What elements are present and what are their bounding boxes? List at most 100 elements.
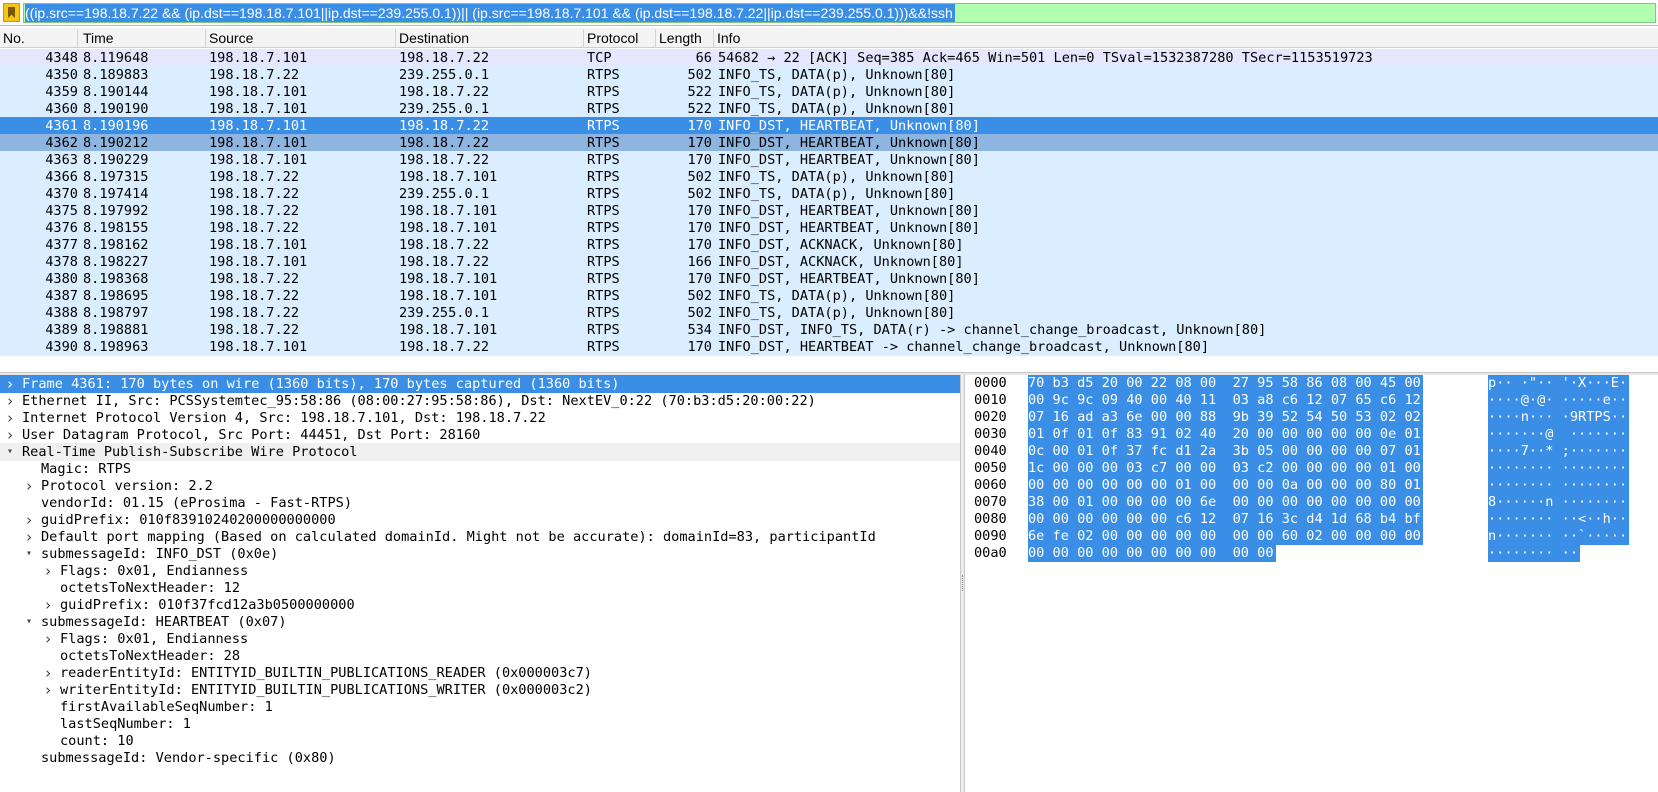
- bytes-hex[interactable]: 01 0f 01 0f 83 91 02 40 20 00 00 00 00 0…: [1028, 426, 1423, 443]
- packet-row[interactable]: 4376 8.198155 198.18.7.22 198.18.7.101 RTPS 1…: [0, 219, 1658, 237]
- packet-source: 198.18.7.101: [209, 237, 308, 253]
- bytes-ascii[interactable]: ········ ········: [1488, 460, 1630, 477]
- detail-tree-label: Flags: 0x01, Endianness: [60, 563, 249, 579]
- bytes-ascii[interactable]: ····n··· ·9RTPS··: [1488, 409, 1630, 426]
- bytes-hex[interactable]: 00 00 00 00 00 00 01 00 00 00 0a 00 00 0…: [1028, 477, 1423, 494]
- packet-row[interactable]: 4388 8.198797 198.18.7.22 239.255.0.1 RTPS 50…: [0, 304, 1658, 322]
- detail-tree-item[interactable]: lastSeqNumber: 1: [0, 715, 960, 733]
- detail-tree-item[interactable]: › guidPrefix: 010f37fcd12a3b0500000000: [0, 596, 960, 614]
- detail-tree-item[interactable]: › Frame 4361: 170 bytes on wire (1360 bit…: [0, 375, 960, 393]
- packet-row[interactable]: 4390 8.198963 198.18.7.101 198.18.7.22 RTPS 1…: [0, 338, 1658, 356]
- bytes-hex[interactable]: 00 00 00 00 00 00 c6 12 07 16 3c d4 1d 6…: [1028, 511, 1423, 528]
- packet-length: 170: [687, 203, 712, 219]
- detail-tree-item[interactable]: › Flags: 0x01, Endianness: [0, 562, 960, 580]
- detail-tree-item[interactable]: ▾ submessageId: HEARTBEAT (0x07): [0, 613, 960, 631]
- bytes-ascii[interactable]: ········ ··: [1488, 545, 1581, 562]
- expand-right-icon[interactable]: ›: [23, 511, 35, 529]
- detail-tree-item[interactable]: firstAvailableSeqNumber: 1: [0, 698, 960, 716]
- packet-row[interactable]: 4363 8.190229 198.18.7.101 198.18.7.22 RTPS 1…: [0, 151, 1658, 169]
- packet-info: INFO_DST, HEARTBEAT, Unknown[80]: [718, 152, 980, 168]
- bytes-ascii[interactable]: 8······n ········: [1488, 494, 1630, 511]
- bytes-hex[interactable]: 70 b3 d5 20 00 22 08 00 27 95 58 86 08 0…: [1028, 375, 1423, 392]
- filter-bookmark-icon[interactable]: [3, 3, 20, 22]
- packet-row[interactable]: 4366 8.197315 198.18.7.22 198.18.7.101 RTPS 5…: [0, 168, 1658, 186]
- expand-right-icon[interactable]: ›: [4, 426, 16, 444]
- bytes-hex[interactable]: 1c 00 00 00 03 c7 00 00 03 c2 00 00 00 0…: [1028, 460, 1423, 477]
- bytes-ascii[interactable]: ····7··* ;·······: [1488, 443, 1630, 460]
- detail-tree-label: lastSeqNumber: 1: [60, 716, 191, 732]
- expand-right-icon[interactable]: ›: [23, 477, 35, 495]
- packet-row[interactable]: 4348 8.119648 198.18.7.101 198.18.7.22 TCP 66…: [0, 49, 1658, 67]
- detail-tree-item[interactable]: octetsToNextHeader: 28: [0, 647, 960, 665]
- detail-tree-item[interactable]: ▾ Real-Time Publish-Subscribe Wire Protoc…: [0, 443, 960, 461]
- detail-tree-item[interactable]: › Ethernet II, Src: PCSSystemtec_95:58:86…: [0, 392, 960, 410]
- packet-row[interactable]: 4387 8.198695 198.18.7.22 198.18.7.101 RTPS 5…: [0, 287, 1658, 305]
- detail-tree-item[interactable]: submessageId: Vendor-specific (0x80): [0, 749, 960, 767]
- detail-tree-item[interactable]: › Default port mapping (Based on calculat…: [0, 528, 960, 546]
- bytes-hex[interactable]: 07 16 ad a3 6e 00 00 88 9b 39 52 54 50 5…: [1028, 409, 1423, 426]
- packet-row[interactable]: 4360 8.190190 198.18.7.101 239.255.0.1 RTPS 5…: [0, 100, 1658, 118]
- expand-down-icon[interactable]: ▾: [4, 443, 16, 461]
- bytes-ascii[interactable]: ·······@ ·······: [1488, 426, 1630, 443]
- expand-right-icon[interactable]: ›: [4, 375, 16, 393]
- packet-info: INFO_DST, HEARTBEAT, Unknown[80]: [718, 118, 980, 134]
- packet-row[interactable]: 4380 8.198368 198.18.7.22 198.18.7.101 RTPS 1…: [0, 270, 1658, 288]
- packet-row[interactable]: 4389 8.198881 198.18.7.22 198.18.7.101 RTPS 5…: [0, 321, 1658, 339]
- detail-tree-item[interactable]: ▾ submessageId: INFO_DST (0x0e): [0, 545, 960, 563]
- bytes-ascii[interactable]: n······· ··`·····: [1488, 528, 1630, 545]
- column-header-protocol[interactable]: Protocol: [584, 29, 656, 47]
- detail-tree-item[interactable]: octetsToNextHeader: 12: [0, 579, 960, 597]
- expand-down-icon[interactable]: ▾: [23, 613, 35, 631]
- detail-tree-label: octetsToNextHeader: 12: [60, 580, 241, 596]
- expand-right-icon[interactable]: ›: [4, 409, 16, 427]
- packet-row[interactable]: 4362 8.190212 198.18.7.101 198.18.7.22 RTPS 1…: [0, 134, 1658, 152]
- bytes-ascii[interactable]: ········ ········: [1488, 477, 1630, 494]
- expand-right-icon[interactable]: ›: [4, 392, 16, 410]
- column-header-no[interactable]: No.: [0, 29, 78, 47]
- column-header-info[interactable]: Info: [714, 29, 1658, 47]
- packet-row[interactable]: 4359 8.190144 198.18.7.101 198.18.7.22 RTPS 5…: [0, 83, 1658, 101]
- detail-tree-item[interactable]: › User Datagram Protocol, Src Port: 44451…: [0, 426, 960, 444]
- packet-destination: 198.18.7.22: [399, 237, 490, 253]
- expand-down-icon[interactable]: ▾: [23, 545, 35, 563]
- bytes-ascii[interactable]: ········ ··<··h··: [1488, 511, 1630, 528]
- expand-right-icon[interactable]: ›: [23, 528, 35, 546]
- packet-row[interactable]: 4375 8.197992 198.18.7.22 198.18.7.101 RTPS 1…: [0, 202, 1658, 220]
- bytes-row: 00a0 00 00 00 00 00 00 00 00 00 00 ·······…: [965, 545, 1658, 562]
- detail-tree-item[interactable]: › Flags: 0x01, Endianness: [0, 630, 960, 648]
- expand-right-icon[interactable]: ›: [42, 681, 54, 699]
- detail-tree-item[interactable]: count: 10: [0, 732, 960, 750]
- packet-row[interactable]: 4361 8.190196 198.18.7.101 198.18.7.22 RTPS 1…: [0, 117, 1658, 135]
- bytes-hex[interactable]: 0c 00 01 0f 37 fc d1 2a 3b 05 00 00 00 0…: [1028, 443, 1423, 460]
- column-header-length[interactable]: Length: [656, 29, 714, 47]
- packet-row[interactable]: 4378 8.198227 198.18.7.101 198.18.7.22 RTPS 1…: [0, 253, 1658, 271]
- packet-source: 198.18.7.101: [209, 339, 308, 355]
- packet-no: 4366: [45, 169, 78, 185]
- detail-tree-item[interactable]: Magic: RTPS: [0, 460, 960, 478]
- packet-protocol: RTPS: [587, 254, 620, 270]
- packet-row[interactable]: 4377 8.198162 198.18.7.101 198.18.7.22 RTPS 1…: [0, 236, 1658, 254]
- bytes-hex[interactable]: 00 00 00 00 00 00 00 00 00 00: [1028, 545, 1276, 562]
- expand-right-icon[interactable]: ›: [42, 664, 54, 682]
- packet-no: 4362: [45, 135, 78, 151]
- bytes-ascii[interactable]: p·· ·"·· '·X···E·: [1488, 375, 1630, 392]
- bytes-hex[interactable]: 00 9c 9c 09 40 00 40 11 03 a8 c6 12 07 6…: [1028, 392, 1423, 409]
- bytes-hex[interactable]: 38 00 01 00 00 00 00 6e 00 00 00 00 00 0…: [1028, 494, 1423, 511]
- detail-tree-item[interactable]: › Internet Protocol Version 4, Src: 198.1…: [0, 409, 960, 427]
- detail-tree-item[interactable]: vendorId: 01.15 (eProsima - Fast-RTPS): [0, 494, 960, 512]
- bytes-hex[interactable]: 6e fe 02 00 00 00 00 00 00 00 60 02 00 0…: [1028, 528, 1423, 545]
- detail-tree-item[interactable]: › readerEntityId: ENTITYID_BUILTIN_PUBLIC…: [0, 664, 960, 682]
- detail-tree-item[interactable]: › writerEntityId: ENTITYID_BUILTIN_PUBLIC…: [0, 681, 960, 699]
- packet-row[interactable]: 4370 8.197414 198.18.7.22 239.255.0.1 RTPS 50…: [0, 185, 1658, 203]
- expand-right-icon[interactable]: ›: [42, 596, 54, 614]
- expand-right-icon[interactable]: ›: [42, 562, 54, 580]
- column-header-source[interactable]: Source: [206, 29, 396, 47]
- packet-time: 8.190229: [83, 152, 149, 168]
- column-header-destination[interactable]: Destination: [396, 29, 584, 47]
- detail-tree-item[interactable]: › Protocol version: 2.2: [0, 477, 960, 495]
- packet-row[interactable]: 4350 8.189883 198.18.7.22 239.255.0.1 RTPS 50…: [0, 66, 1658, 84]
- expand-right-icon[interactable]: ›: [42, 630, 54, 648]
- column-header-time[interactable]: Time: [80, 29, 206, 47]
- bytes-ascii[interactable]: ····@·@· ·····e··: [1488, 392, 1630, 409]
- detail-tree-item[interactable]: › guidPrefix: 010f83910240200000000000: [0, 511, 960, 529]
